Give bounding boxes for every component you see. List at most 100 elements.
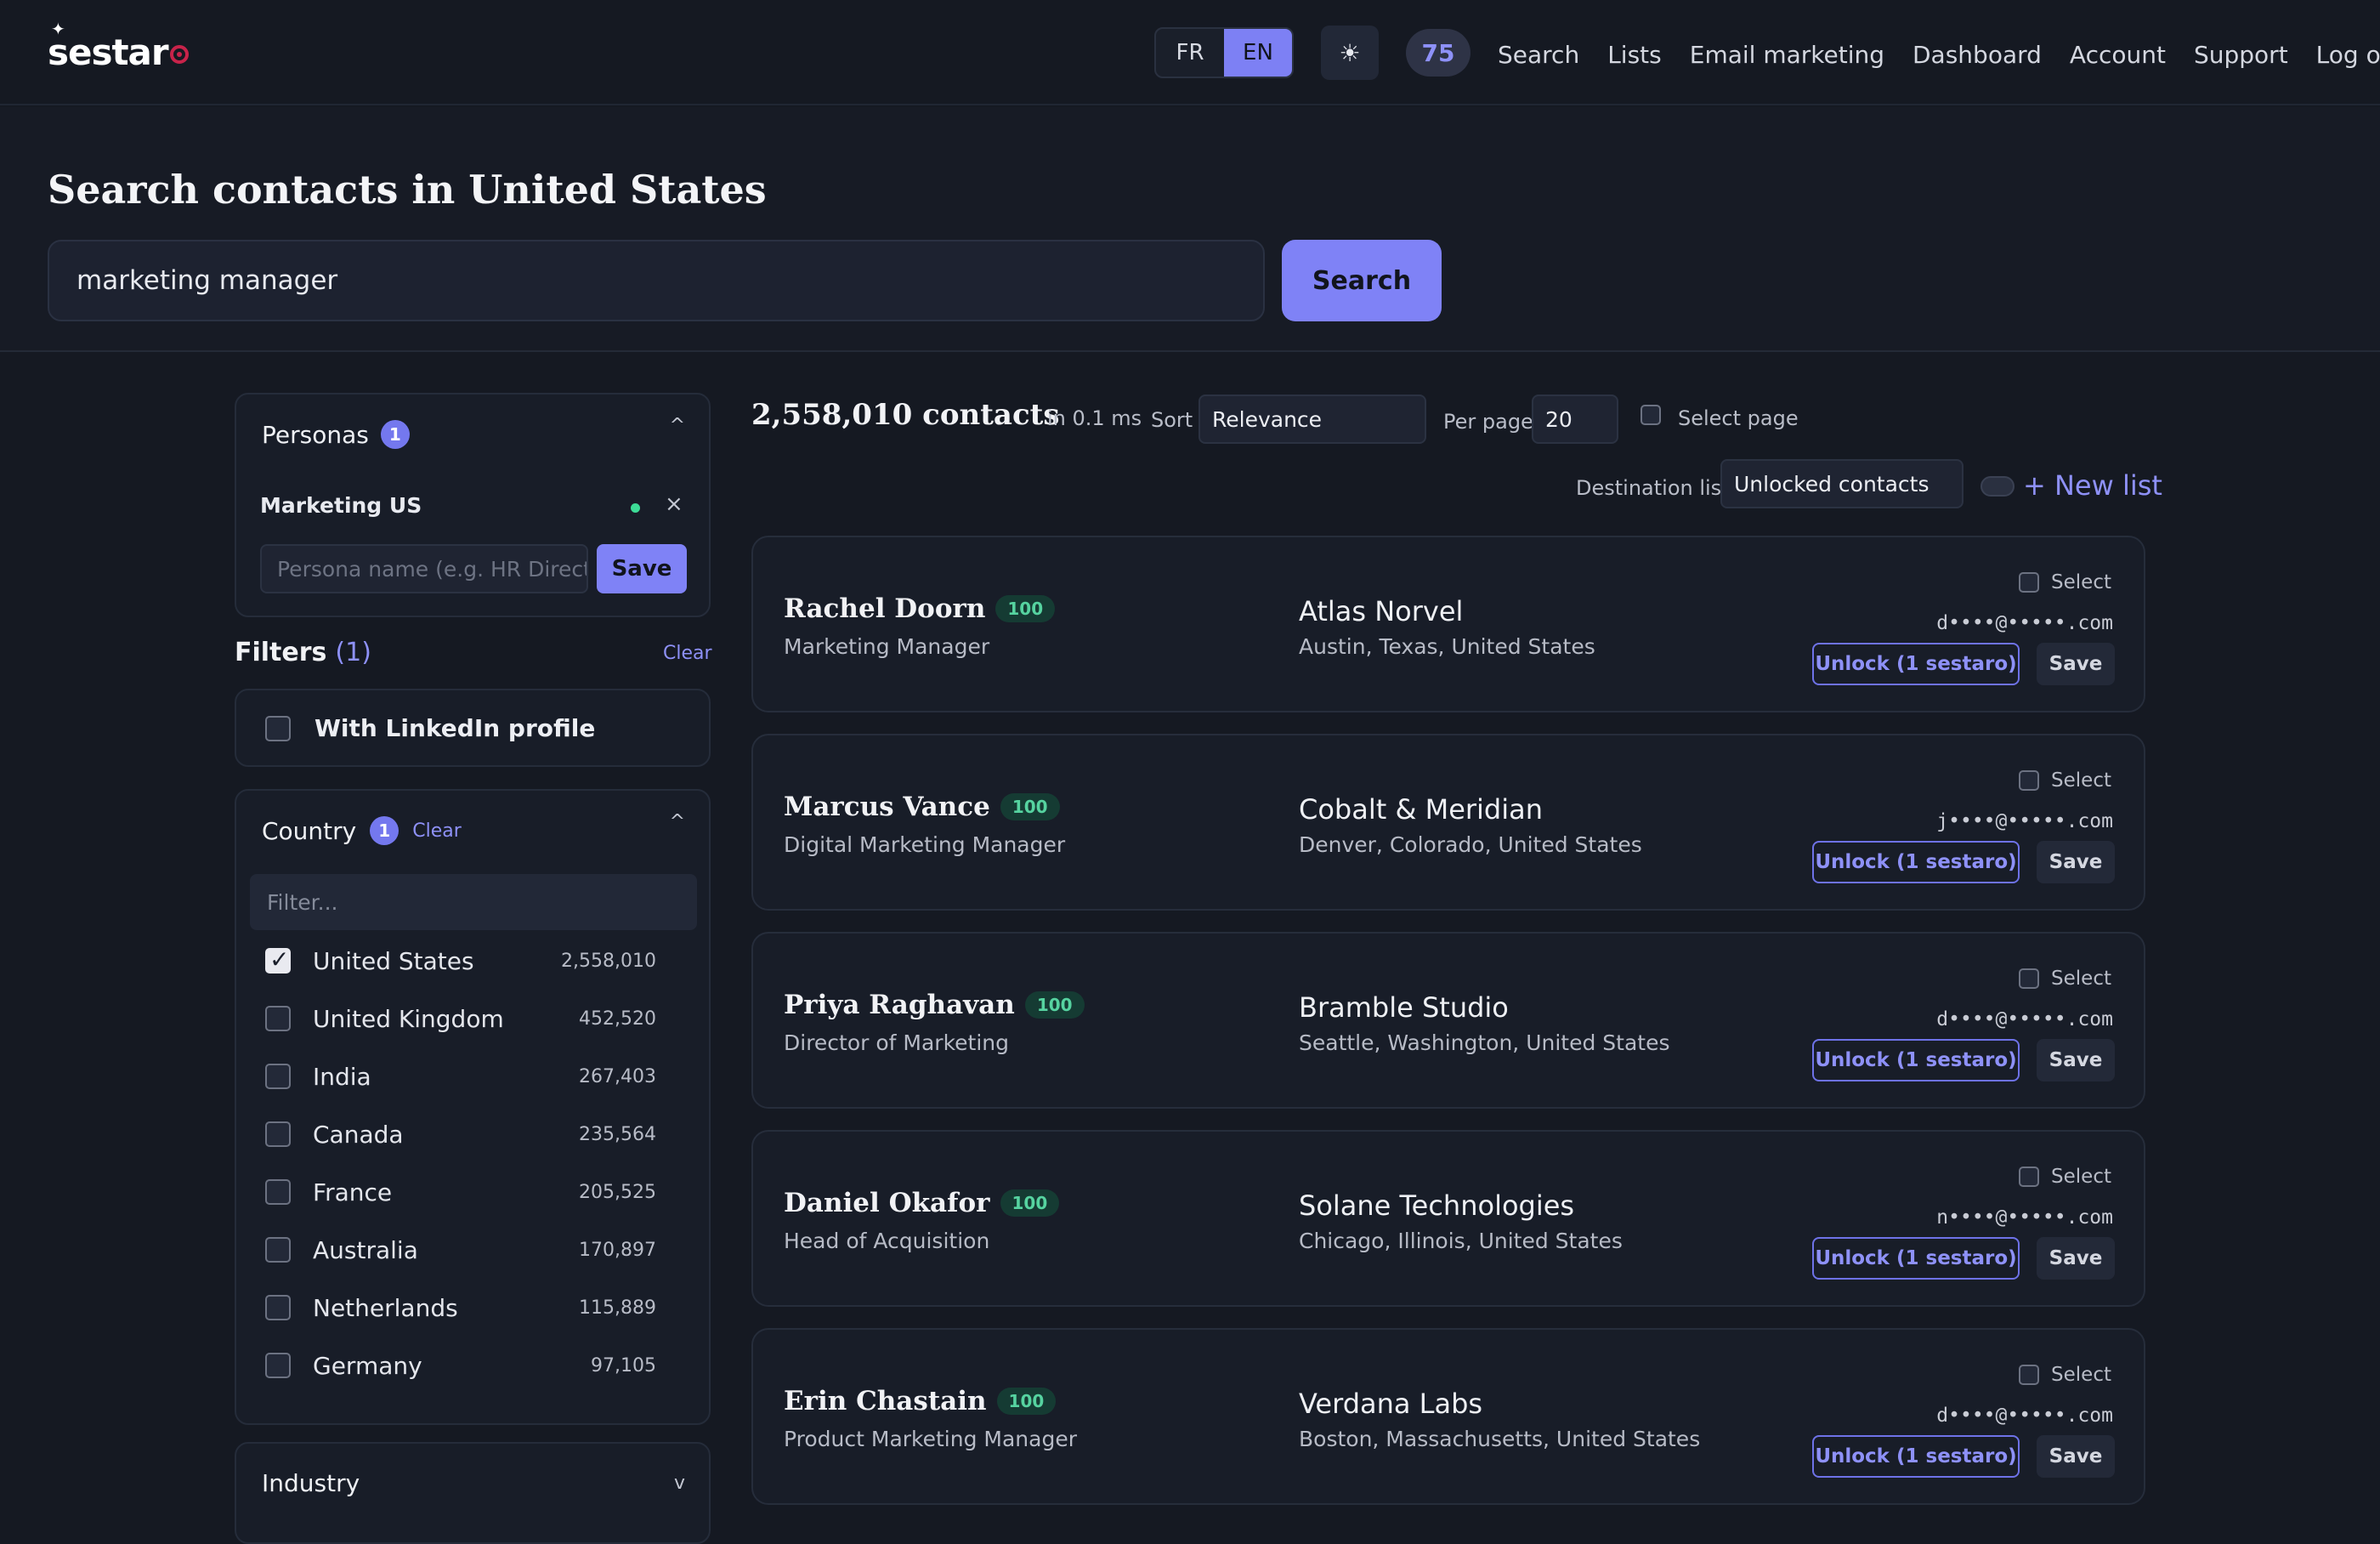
country-option[interactable]: United States 2,558,010 [265, 944, 656, 978]
country-checkbox[interactable] [265, 1179, 291, 1205]
country-checkbox[interactable] [265, 945, 291, 974]
country-checkbox[interactable] [265, 1353, 291, 1378]
contact-select[interactable]: Select [2019, 1166, 2111, 1188]
nav-link-logout[interactable]: Log out [2316, 41, 2380, 69]
save-contact-button[interactable]: Save [2037, 1039, 2115, 1081]
nav-link-lists[interactable]: Lists [1607, 41, 1662, 69]
country-count: 267,403 [579, 1065, 656, 1087]
persona-name-input[interactable]: Persona name (e.g. HR Director) [260, 544, 588, 593]
country-option[interactable]: Canada 235,564 [265, 1117, 656, 1151]
country-checkbox[interactable] [265, 1064, 291, 1089]
chevron-down-icon[interactable]: v [674, 1473, 685, 1494]
lang-en-button[interactable]: EN [1224, 29, 1292, 77]
credits-badge[interactable]: 75 [1406, 29, 1470, 77]
save-contact-button[interactable]: Save [2037, 643, 2115, 685]
contact-card[interactable]: Erin Chastain 100 Product Marketing Manage… [751, 1328, 2145, 1505]
country-option[interactable]: Netherlands 115,889 [265, 1291, 656, 1325]
nav-link-account[interactable]: Account [2070, 41, 2166, 69]
nav-link-dashboard[interactable]: Dashboard [1912, 41, 2042, 69]
country-option[interactable]: United Kingdom 452,520 [265, 1002, 656, 1036]
country-name: United Kingdom [313, 1004, 504, 1033]
country-checkbox[interactable] [265, 1121, 291, 1147]
filters-clear-link[interactable]: Clear [663, 643, 712, 664]
nav-link-email-marketing[interactable]: Email marketing [1690, 41, 1884, 69]
search-input[interactable]: marketing manager [48, 240, 1265, 321]
country-count: 205,525 [579, 1181, 656, 1203]
contact-card[interactable]: Daniel Okafor 100 Head of Acquisition Solan… [751, 1130, 2145, 1307]
contact-select[interactable]: Select [2019, 769, 2111, 792]
persona-save-button[interactable]: Save [597, 544, 687, 593]
country-checkbox[interactable] [265, 1295, 291, 1320]
contact-company: Bramble Studio [1299, 991, 1509, 1024]
unlock-button[interactable]: Unlock (1 sestaro) [1812, 1435, 2020, 1478]
contact-card[interactable]: Priya Raghavan 100 Director of Marketing Br… [751, 932, 2145, 1109]
linkedin-checkbox[interactable] [265, 715, 291, 741]
new-list-button[interactable]: + New list [2023, 469, 2162, 502]
country-name: Netherlands [313, 1293, 458, 1322]
nav-link-support[interactable]: Support [2194, 41, 2288, 69]
contact-name[interactable]: Erin Chastain 100 [784, 1386, 1057, 1416]
score-badge: 100 [1000, 1189, 1060, 1217]
select-page-checkbox[interactable] [1640, 405, 1661, 425]
close-icon[interactable]: × [665, 491, 683, 517]
destination-list-select[interactable]: Unlocked contacts [1720, 459, 1964, 508]
personas-panel: Personas 1 ^ Marketing US × Persona name… [235, 393, 711, 617]
unlock-button[interactable]: Unlock (1 sestaro) [1812, 841, 2020, 883]
country-checkbox[interactable] [265, 1237, 291, 1263]
linkedin-filter-row[interactable]: With LinkedIn profile [265, 714, 595, 742]
country-filter-input[interactable]: Filter... [250, 874, 697, 930]
contact-card[interactable]: Rachel Doorn 100 Marketing Manager Atlas No… [751, 536, 2145, 712]
contact-select[interactable]: Select [2019, 968, 2111, 990]
chevron-up-icon[interactable]: ^ [670, 415, 685, 436]
country-checkbox[interactable] [265, 1006, 291, 1031]
select-page-label: Select page [1678, 406, 1799, 430]
contact-email-masked: n••••@•••••.com [1936, 1206, 2113, 1229]
per-page-select[interactable]: 20 [1532, 395, 1618, 444]
results-time: in 0.1 ms [1047, 406, 1142, 430]
theme-toggle-button[interactable]: ☀ [1321, 26, 1379, 80]
contact-select-checkbox[interactable] [2019, 572, 2040, 593]
country-clear-link[interactable]: Clear [412, 820, 462, 842]
country-option[interactable]: Germany 97,105 [265, 1348, 656, 1382]
contact-card[interactable]: Marcus Vance 100 Digital Marketing Manager… [751, 734, 2145, 911]
personas-header[interactable]: Personas 1 [262, 420, 410, 449]
country-count: 97,105 [591, 1354, 656, 1377]
unlock-button[interactable]: Unlock (1 sestaro) [1812, 643, 2020, 685]
country-option[interactable]: France 205,525 [265, 1175, 656, 1209]
country-header[interactable]: Country 1 Clear [262, 816, 462, 845]
contact-name[interactable]: Rachel Doorn 100 [784, 593, 1056, 624]
destination-toggle[interactable] [1980, 476, 2014, 497]
contact-title: Director of Marketing [784, 1030, 1010, 1055]
country-count: 235,564 [579, 1123, 656, 1145]
chevron-up-icon[interactable]: ^ [670, 811, 685, 832]
sun-icon: ☀ [1339, 38, 1361, 67]
contact-location: Boston, Massachusetts, United States [1299, 1427, 1701, 1451]
contact-select[interactable]: Select [2019, 571, 2111, 593]
nav-link-search[interactable]: Search [1498, 41, 1579, 69]
country-option[interactable]: India 267,403 [265, 1059, 656, 1093]
industry-title[interactable]: Industry [262, 1469, 360, 1497]
contact-name[interactable]: Marcus Vance 100 [784, 792, 1060, 822]
save-contact-button[interactable]: Save [2037, 841, 2115, 883]
country-count-badge: 1 [370, 816, 400, 845]
contact-name[interactable]: Daniel Okafor 100 [784, 1188, 1060, 1218]
contact-select[interactable]: Select [2019, 1364, 2111, 1386]
save-contact-button[interactable]: Save [2037, 1237, 2115, 1280]
unlock-button[interactable]: Unlock (1 sestaro) [1812, 1237, 2020, 1280]
contact-select-checkbox[interactable] [2019, 968, 2040, 989]
contact-select-label: Select [2051, 1166, 2111, 1188]
unlock-button[interactable]: Unlock (1 sestaro) [1812, 1039, 2020, 1081]
contact-select-checkbox[interactable] [2019, 1365, 2040, 1385]
contact-select-checkbox[interactable] [2019, 770, 2040, 791]
contact-name[interactable]: Priya Raghavan 100 [784, 990, 1085, 1020]
lang-fr-button[interactable]: FR [1156, 29, 1224, 77]
contact-select-checkbox[interactable] [2019, 1167, 2040, 1187]
save-contact-button[interactable]: Save [2037, 1435, 2115, 1478]
destination-list-label: Destination list [1576, 476, 1730, 500]
personas-title: Personas [262, 420, 369, 449]
sort-select[interactable]: Relevance [1198, 395, 1426, 444]
country-option[interactable]: Australia 170,897 [265, 1233, 656, 1267]
persona-item-label[interactable]: Marketing US [260, 493, 422, 518]
search-button[interactable]: Search [1282, 240, 1442, 321]
brand-logo[interactable]: ✦ sestar [48, 19, 189, 82]
